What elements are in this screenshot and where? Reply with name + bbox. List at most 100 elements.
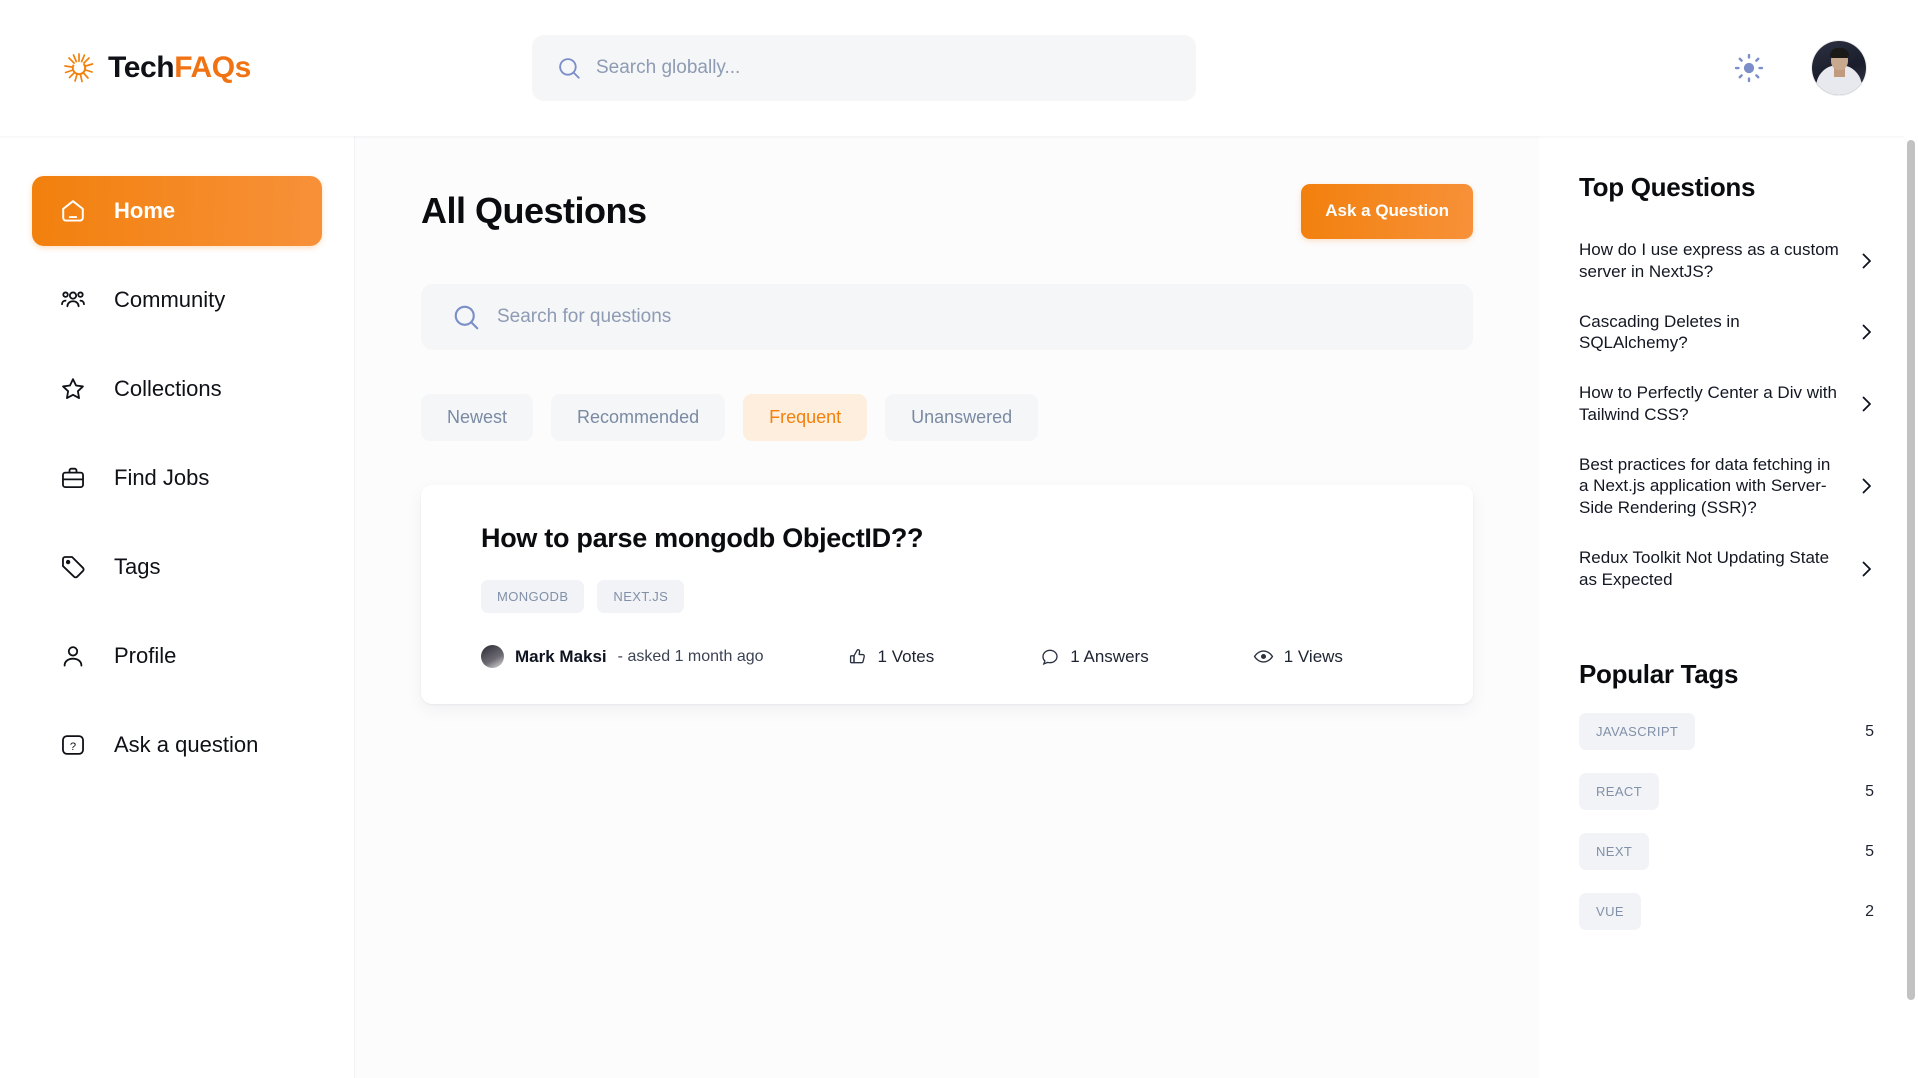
chevron-right-icon [1860, 323, 1874, 341]
avatar[interactable] [1812, 41, 1866, 95]
sidebar-item-label: Tags [114, 554, 160, 580]
votes-count: 1 Votes [878, 647, 935, 667]
question-author[interactable]: Mark Maksi - asked 1 month ago [481, 645, 764, 668]
views-count: 1 Views [1284, 647, 1343, 667]
sidebar-item-label: Collections [114, 376, 222, 402]
filter-recommended[interactable]: Recommended [551, 394, 725, 441]
app-root: TechFAQs Search globally... [0, 0, 1918, 1078]
sidebar-item-ask-a-question[interactable]: ? Ask a question [32, 721, 322, 769]
chevron-right-icon [1860, 560, 1874, 578]
question-title[interactable]: How to parse mongodb ObjectID?? [481, 523, 1413, 554]
page-title: All Questions [421, 190, 647, 232]
question-tag[interactable]: NEXT.JS [597, 580, 684, 613]
popular-tag-row[interactable]: REACT 5 [1579, 773, 1874, 810]
sidebar-item-tags[interactable]: Tags [32, 543, 322, 591]
main-header: All Questions Ask a Question [421, 176, 1473, 246]
top-question-item[interactable]: How do I use express as a custom server … [1579, 225, 1874, 297]
top-question-label: How do I use express as a custom server … [1579, 239, 1844, 283]
popular-tag-count: 5 [1865, 723, 1874, 741]
tag-icon [58, 552, 88, 582]
top-navbar: TechFAQs Search globally... [0, 0, 1918, 136]
popular-tag-row[interactable]: JAVASCRIPT 5 [1579, 713, 1874, 750]
global-search-placeholder: Search globally... [596, 57, 740, 79]
answers-count: 1 Answers [1070, 647, 1148, 667]
page-body: Home Community [0, 136, 1918, 1078]
sidebar-item-label: Community [114, 287, 225, 313]
sidebar-item-profile[interactable]: Profile [32, 632, 322, 680]
thumbs-up-icon [848, 647, 868, 667]
top-question-item[interactable]: How to Perfectly Center a Div with Tailw… [1579, 368, 1874, 440]
popular-tag-label[interactable]: REACT [1579, 773, 1659, 810]
popular-tag-row[interactable]: VUE 2 [1579, 893, 1874, 930]
briefcase-icon [58, 463, 88, 493]
author-name: Mark Maksi [515, 647, 607, 667]
sidebar-item-label: Home [114, 198, 175, 224]
question-card[interactable]: How to parse mongodb ObjectID?? MONGODB … [421, 485, 1473, 704]
sidebar-item-label: Ask a question [114, 732, 258, 758]
top-question-label: Redux Toolkit Not Updating State as Expe… [1579, 547, 1844, 591]
search-icon [451, 302, 481, 332]
chevron-right-icon [1860, 395, 1874, 413]
chevron-right-icon [1860, 252, 1874, 270]
popular-tag-count: 5 [1865, 783, 1874, 801]
top-questions-title: Top Questions [1579, 172, 1874, 203]
popular-tag-label[interactable]: JAVASCRIPT [1579, 713, 1695, 750]
top-question-item[interactable]: Cascading Deletes in SQLAlchemy? [1579, 297, 1874, 369]
sidebar-item-home[interactable]: Home [32, 176, 322, 246]
asked-time: - asked 1 month ago [618, 648, 764, 666]
sidebar-item-label: Profile [114, 643, 176, 669]
author-avatar [481, 645, 504, 668]
filter-frequent[interactable]: Frequent [743, 394, 867, 441]
ask-a-question-button[interactable]: Ask a Question [1301, 184, 1473, 239]
comment-icon [1040, 647, 1060, 667]
left-sidebar: Home Community [0, 136, 355, 1078]
question-search-placeholder: Search for questions [497, 306, 671, 328]
question-search-input[interactable]: Search for questions [421, 284, 1473, 350]
users-icon [58, 285, 88, 315]
avatar-hair [1830, 48, 1849, 58]
main-content: All Questions Ask a Question Search for … [355, 136, 1539, 1078]
question-views: 1 Views [1253, 646, 1343, 667]
sidebar-item-label: Find Jobs [114, 465, 209, 491]
eye-icon [1253, 646, 1274, 667]
sidebar-item-community[interactable]: Community [32, 276, 322, 324]
right-sidebar: Top Questions How do I use express as a … [1539, 136, 1918, 1078]
home-icon [58, 196, 88, 226]
page-scrollbar[interactable] [1904, 0, 1918, 1078]
top-questions-list: How do I use express as a custom server … [1579, 225, 1874, 604]
brand-name: TechFAQs [108, 51, 251, 85]
star-icon [58, 374, 88, 404]
popular-tag-label[interactable]: VUE [1579, 893, 1641, 930]
question-votes: 1 Votes [848, 647, 935, 667]
top-question-label: Best practices for data fetching in a Ne… [1579, 454, 1844, 519]
question-tag[interactable]: MONGODB [481, 580, 584, 613]
popular-tag-row[interactable]: NEXT 5 [1579, 833, 1874, 870]
question-tag-list: MONGODB NEXT.JS [481, 580, 1413, 613]
filter-newest[interactable]: Newest [421, 394, 533, 441]
filter-unanswered[interactable]: Unanswered [885, 394, 1038, 441]
popular-tags-title: Popular Tags [1579, 659, 1874, 690]
question-answers: 1 Answers [1040, 647, 1148, 667]
popular-tag-label[interactable]: NEXT [1579, 833, 1649, 870]
top-question-item[interactable]: Best practices for data fetching in a Ne… [1579, 440, 1874, 533]
sun-icon[interactable] [1732, 51, 1766, 85]
question-box-icon: ? [58, 730, 88, 760]
top-question-label: How to Perfectly Center a Div with Tailw… [1579, 382, 1844, 426]
scrollbar-thumb[interactable] [1907, 140, 1915, 1000]
chevron-right-icon [1860, 477, 1874, 495]
navbar-actions [1732, 41, 1866, 95]
popular-tag-count: 2 [1865, 903, 1874, 921]
popular-tag-count: 5 [1865, 843, 1874, 861]
brand-logo[interactable]: TechFAQs [62, 51, 392, 85]
top-question-item[interactable]: Redux Toolkit Not Updating State as Expe… [1579, 533, 1874, 605]
popular-tags-list: JAVASCRIPT 5 REACT 5 NEXT 5 VUE 2 [1579, 713, 1874, 930]
top-question-label: Cascading Deletes in SQLAlchemy? [1579, 311, 1844, 355]
sunburst-icon [62, 51, 96, 85]
global-search-input[interactable]: Search globally... [532, 35, 1196, 101]
search-icon [556, 55, 582, 81]
filter-pill-group: Newest Recommended Frequent Unanswered [421, 394, 1473, 441]
sidebar-item-find-jobs[interactable]: Find Jobs [32, 454, 322, 502]
sidebar-item-collections[interactable]: Collections [32, 365, 322, 413]
svg-text:?: ? [70, 741, 76, 753]
question-meta: Mark Maksi - asked 1 month ago 1 Votes [481, 645, 1413, 668]
